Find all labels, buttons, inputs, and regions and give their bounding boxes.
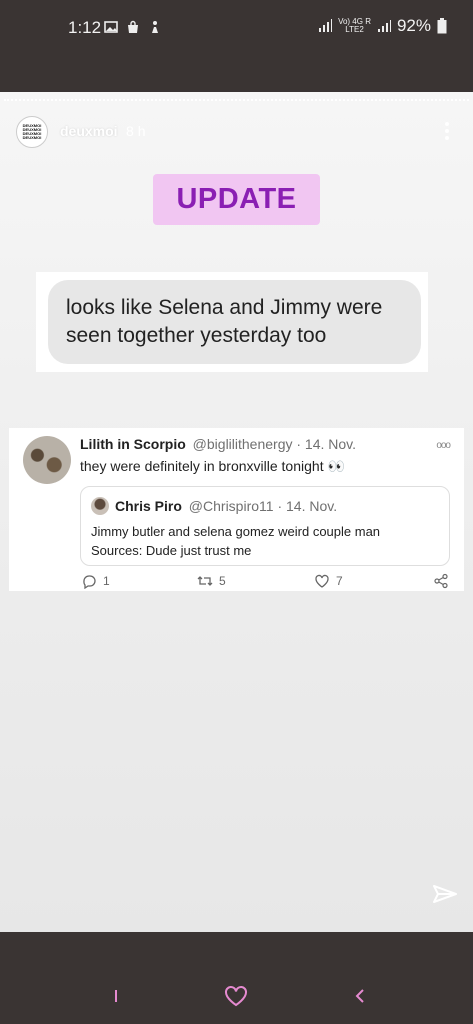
story-header[interactable]: DEUXMOI DEUXMOI DEUXMOI DEUXMOI deuxmoi … bbox=[16, 116, 146, 148]
quoted-handle: @Chrispiro11 · 14. Nov. bbox=[188, 498, 338, 514]
status-time: 1:12 bbox=[68, 18, 102, 37]
share-icon bbox=[434, 573, 448, 589]
home-button[interactable] bbox=[224, 984, 248, 1008]
story-view[interactable]: DEUXMOI DEUXMOI DEUXMOI DEUXMOI deuxmoi … bbox=[0, 92, 473, 932]
account-name[interactable]: deuxmoi bbox=[60, 123, 118, 139]
tweet-handle: @biglilithenergy · 14. Nov. bbox=[192, 436, 357, 452]
battery-icon bbox=[437, 18, 447, 34]
navigation-bar bbox=[0, 932, 473, 1024]
reply-icon bbox=[83, 575, 96, 589]
quoted-author-name: Chris Piro bbox=[115, 498, 182, 514]
cell-signal-icon bbox=[377, 20, 391, 32]
story-age: 8 h bbox=[126, 123, 146, 139]
heart-home-icon bbox=[225, 985, 247, 1007]
retweet-action: 5 bbox=[197, 573, 226, 589]
quoted-tweet: Chris Piro @Chrispiro11 · 14. Nov. Jimmy… bbox=[80, 486, 450, 566]
network-label: Vo) 4G R LTE2 bbox=[338, 17, 371, 34]
heart-icon bbox=[315, 574, 329, 588]
shopping-bag-icon bbox=[128, 20, 138, 33]
quoted-text: Jimmy butler and selena gomez weird coup… bbox=[91, 524, 381, 558]
story-progress-bar bbox=[4, 99, 469, 102]
share-action bbox=[433, 573, 449, 589]
wifi-signal-icon bbox=[319, 19, 333, 32]
like-action: 7 bbox=[314, 573, 343, 589]
quoted-avatar bbox=[91, 497, 109, 515]
tweet-header: Lilith in Scorpio @biglilithenergy · 14.… bbox=[80, 436, 356, 452]
person-icon bbox=[152, 21, 158, 33]
retweet-count: 5 bbox=[219, 574, 226, 588]
battery-percent: 92% bbox=[396, 16, 431, 35]
update-badge: UPDATE bbox=[153, 174, 320, 225]
tweet-actions: 1 5 7 bbox=[81, 573, 453, 591]
tweet-avatar bbox=[23, 436, 71, 484]
tweet-screenshot: Lilith in Scorpio @biglilithenergy · 14.… bbox=[9, 428, 464, 591]
retweet-icon bbox=[197, 576, 213, 586]
gallery-icon bbox=[104, 21, 118, 33]
back-icon bbox=[355, 989, 364, 1003]
reply-count: 1 bbox=[103, 574, 110, 588]
recent-apps-button[interactable] bbox=[104, 984, 128, 1008]
notification-icons bbox=[104, 20, 162, 34]
tweet-text: they were definitely in bronxville tonig… bbox=[80, 458, 345, 474]
reply-action: 1 bbox=[81, 573, 110, 589]
system-indicators: Vo) 4G R LTE2 92% bbox=[318, 16, 447, 36]
status-bar: 1:12 Vo) 4G R LTE2 92% bbox=[0, 0, 473, 92]
caption-bubble: looks like Selena and Jimmy were seen to… bbox=[48, 280, 421, 364]
send-icon[interactable] bbox=[432, 882, 458, 908]
quoted-header: Chris Piro @Chrispiro11 · 14. Nov. bbox=[115, 498, 337, 514]
like-count: 7 bbox=[336, 574, 343, 588]
recent-apps-icon bbox=[115, 990, 117, 1002]
avatar[interactable]: DEUXMOI DEUXMOI DEUXMOI DEUXMOI bbox=[16, 116, 48, 148]
tweet-more-icon: ooo bbox=[436, 440, 451, 451]
avatar-logo: DEUXMOI DEUXMOI DEUXMOI DEUXMOI bbox=[22, 123, 42, 140]
more-options-icon[interactable] bbox=[445, 122, 449, 140]
tweet-author-name: Lilith in Scorpio bbox=[80, 436, 186, 452]
back-button[interactable] bbox=[348, 984, 372, 1008]
